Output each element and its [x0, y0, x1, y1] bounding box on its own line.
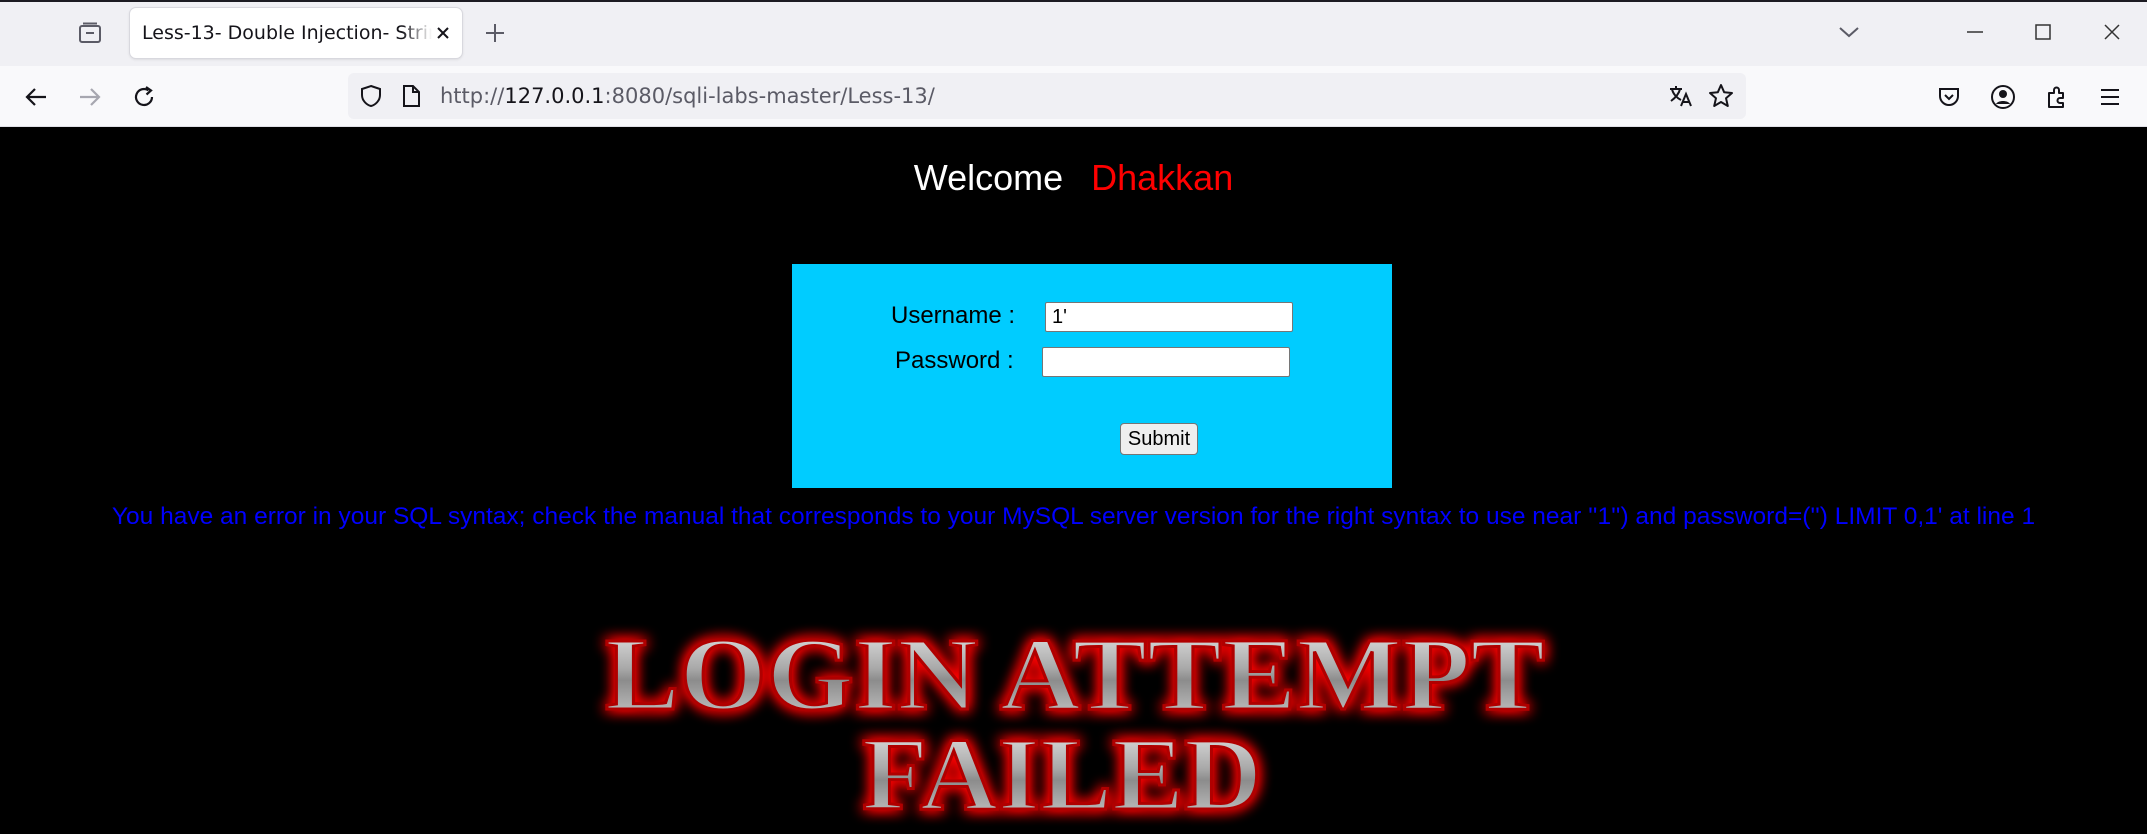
new-tab-button[interactable] — [480, 18, 510, 48]
tab-close-button[interactable] — [432, 22, 454, 44]
translate-button[interactable] — [1668, 83, 1694, 109]
shield-icon — [361, 84, 381, 108]
hamburger-menu-icon — [2101, 89, 2119, 105]
maximize-icon — [2035, 24, 2051, 40]
pocket-icon — [1939, 88, 1959, 106]
back-button[interactable] — [19, 80, 53, 114]
window-top-edge — [0, 0, 2147, 2]
password-label: Password : — [895, 347, 1014, 374]
address-bar[interactable]: http://127.0.0.1:8080/sqli-labs-master/L… — [348, 73, 1746, 119]
url-text[interactable]: http://127.0.0.1:8080/sqli-labs-master/L… — [440, 73, 935, 119]
close-icon — [2104, 24, 2120, 40]
banner-line-2: FAILED — [862, 717, 1262, 827]
login-failed-banner: LOGIN ATTEMPT FAILED — [604, 616, 1547, 828]
forward-button[interactable] — [73, 80, 107, 114]
close-icon — [437, 27, 449, 39]
app-menu-button[interactable] — [2093, 80, 2127, 114]
username-label: Username : — [891, 302, 1016, 329]
chevron-down-icon — [1839, 27, 1859, 38]
back-arrow-icon — [25, 88, 46, 106]
password-input[interactable] — [1042, 347, 1290, 377]
translate-icon — [1670, 86, 1692, 107]
url-host: 127.0.0.1 — [504, 84, 605, 108]
star-icon — [1709, 84, 1733, 107]
tracking-protection-button[interactable] — [358, 83, 384, 109]
welcome-heading: Welcome Dhakkan — [0, 157, 2147, 199]
puzzle-icon — [2048, 86, 2064, 108]
minimize-button[interactable] — [1955, 14, 1995, 50]
tab-list-button[interactable] — [72, 18, 108, 48]
reload-button[interactable] — [127, 80, 161, 114]
url-path: :8080/sqli-labs-master/Less-13/ — [604, 84, 935, 108]
bookmark-button[interactable] — [1708, 83, 1734, 109]
account-button[interactable] — [1986, 80, 2020, 114]
url-scheme: http:// — [440, 84, 505, 108]
navigation-toolbar: http://127.0.0.1:8080/sqli-labs-master/L… — [0, 66, 2147, 127]
plus-icon — [486, 24, 504, 42]
forward-arrow-icon — [80, 88, 101, 106]
sql-error-message: You have an error in your SQL syntax; ch… — [111, 503, 2036, 530]
extensions-button[interactable] — [2040, 80, 2074, 114]
login-form: Username : 1' Password : Submit — [792, 264, 1392, 488]
maximize-button[interactable] — [2023, 14, 2063, 50]
page-content: Welcome Dhakkan Username : 1' Password : … — [0, 127, 2147, 834]
tab-list-icon — [79, 22, 101, 43]
window-close-button[interactable] — [2092, 14, 2132, 50]
minimize-icon — [1967, 31, 1983, 33]
submit-button[interactable]: Submit — [1120, 423, 1198, 455]
account-icon — [1991, 85, 2015, 109]
reload-icon — [134, 86, 154, 107]
page-info-button[interactable] — [398, 83, 424, 109]
welcome-text: Welcome — [913, 157, 1064, 198]
username-input[interactable]: 1' — [1045, 302, 1293, 332]
welcome-name: Dhakkan — [1091, 157, 1234, 198]
active-tab[interactable]: Less-13- Double Injection- String- with … — [130, 8, 462, 58]
tab-title: Less-13- Double Injection- String- with … — [142, 8, 432, 58]
tab-bar: Less-13- Double Injection- String- with … — [0, 0, 2147, 66]
page-icon — [403, 85, 420, 107]
pocket-button[interactable] — [1932, 80, 1966, 114]
list-all-tabs-button[interactable] — [1829, 14, 1869, 50]
banner-line-1: LOGIN ATTEMPT — [605, 617, 1545, 732]
